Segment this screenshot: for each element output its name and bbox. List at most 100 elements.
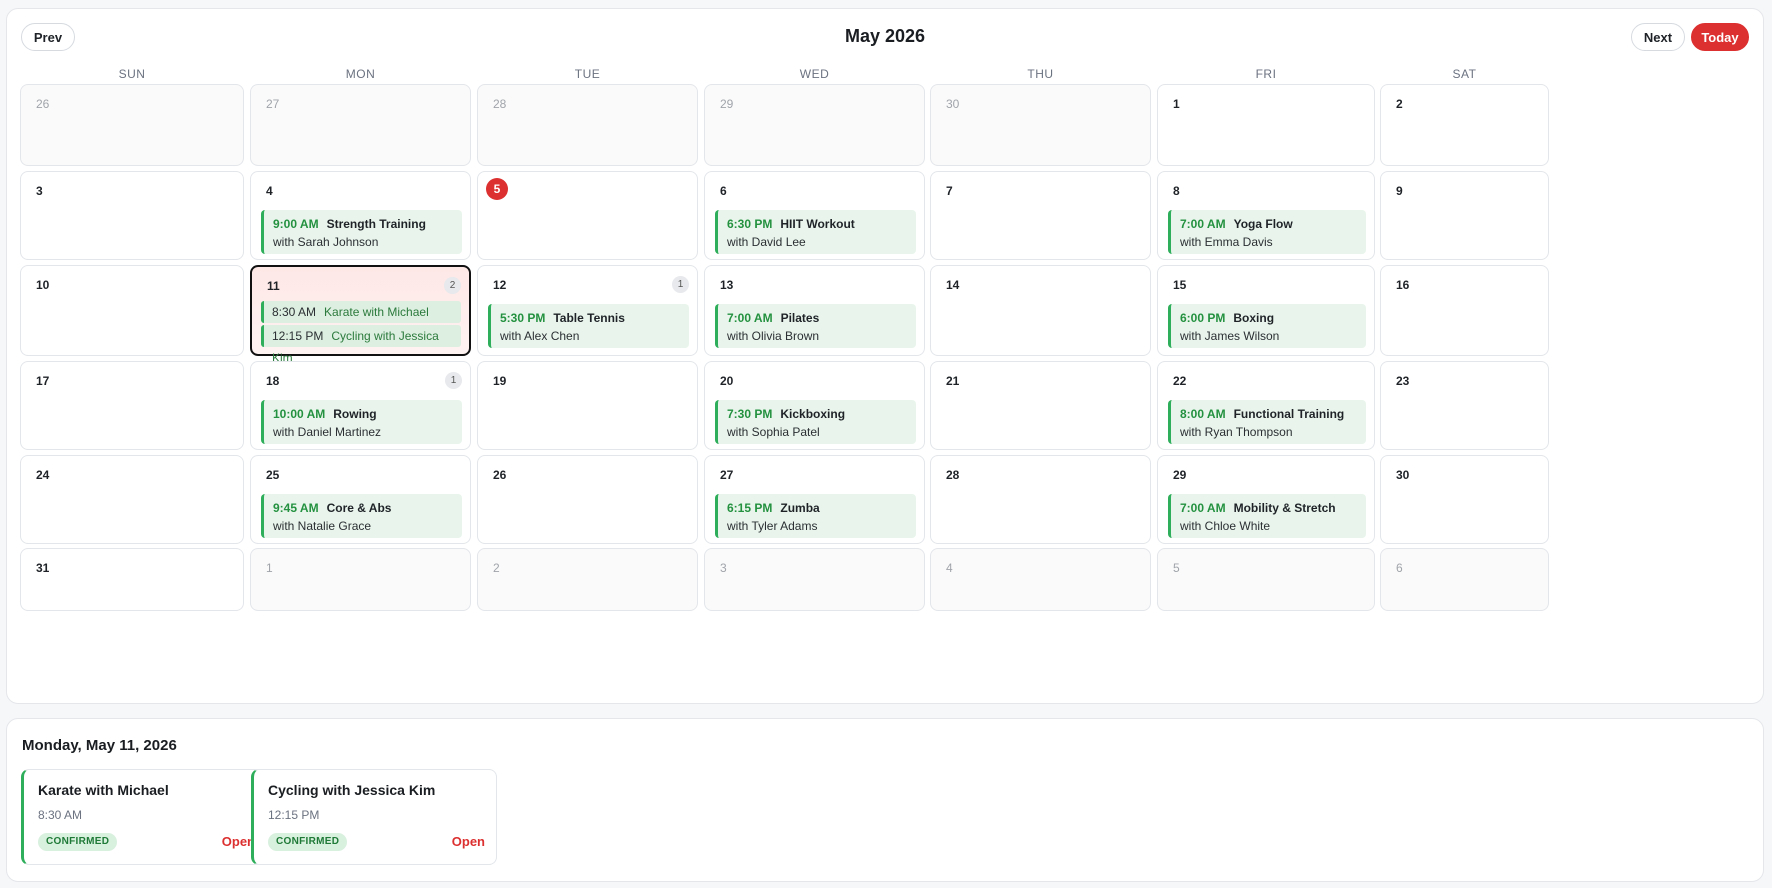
event-header: 8:00 AM Functional Training [1180, 405, 1366, 423]
day-cell[interactable]: 15 6:00 PM Boxing with James Wilson [1157, 265, 1375, 356]
event-card[interactable]: 7:30 PM Kickboxing with Sophia Patel [715, 400, 916, 444]
day-number: 14 [946, 278, 960, 292]
event-instructor: with Emma Davis [1180, 235, 1273, 249]
mini-event[interactable]: 8:30 AM Karate with Michael [261, 301, 461, 323]
event-card[interactable]: 6:15 PM Zumba with Tyler Adams [715, 494, 916, 538]
day-cell[interactable]: 20 7:30 PM Kickboxing with Sophia Patel [704, 361, 925, 450]
day-cell[interactable]: 26 [20, 84, 244, 166]
weekday-label-mon: MON [345, 67, 376, 81]
day-cell[interactable]: 30 [1380, 455, 1549, 544]
day-cell[interactable]: 29 [704, 84, 925, 166]
event-title: Boxing [1233, 311, 1275, 325]
event-time: 7:00 AM [1180, 217, 1226, 231]
day-cell[interactable]: 10 [20, 265, 244, 356]
event-card[interactable]: 5:30 PM Table Tennis with Alex Chen [488, 304, 689, 348]
day-cell[interactable]: 7 [930, 171, 1151, 260]
day-cell[interactable]: 28 [477, 84, 698, 166]
day-cell[interactable]: 25 9:45 AM Core & Abs with Natalie Grace [250, 455, 471, 544]
event-card[interactable]: 6:30 PM HIIT Workout with David Lee [715, 210, 916, 254]
day-cell[interactable]: 5 [477, 171, 698, 260]
day-cell[interactable]: 11 2 8:30 AM Karate with Michael 12:15 PM Cyc… [250, 265, 471, 365]
open-link[interactable]: Open [222, 834, 255, 849]
event-instructor: with James Wilson [1180, 329, 1280, 343]
event-time: 6:30 PM [727, 217, 773, 231]
day-cell[interactable]: 29 7:00 AM Mobility & Stretch with Chloe Wh… [1157, 455, 1375, 544]
day-cell[interactable]: 3 [704, 548, 925, 611]
day-number: 9 [1396, 184, 1403, 198]
day-cell[interactable]: 2 [1380, 84, 1549, 166]
event-count-badge: 1 [672, 276, 689, 293]
day-cell[interactable]: 22 8:00 AM Functional Training with Ryan Th… [1157, 361, 1375, 450]
day-cell[interactable]: 6 6:30 PM HIIT Workout with David Lee [704, 171, 925, 260]
day-number: 29 [720, 97, 734, 111]
day-cell[interactable]: 1 [1157, 84, 1375, 166]
day-cell[interactable]: 2 [477, 548, 698, 611]
day-cell[interactable]: 6 [1380, 548, 1549, 611]
event-card[interactable]: 9:45 AM Core & Abs with Natalie Grace [261, 494, 462, 538]
event-time: 5:30 PM [500, 311, 546, 325]
day-cell[interactable]: 4 9:00 AM Strength Training with Sarah John… [250, 171, 471, 260]
day-cell[interactable]: 31 [20, 548, 244, 611]
event-instructor: with Sophia Patel [727, 425, 820, 439]
event-instructor: with Alex Chen [500, 329, 580, 343]
event-title: Yoga Flow [1233, 217, 1293, 231]
event-header: 7:30 PM Kickboxing [727, 405, 916, 423]
event-card[interactable]: 6:00 PM Boxing with James Wilson [1168, 304, 1366, 348]
day-cell[interactable]: 26 [477, 455, 698, 544]
day-cell[interactable]: 23 [1380, 361, 1549, 450]
session-title: Cycling with Jessica Kim [268, 782, 436, 798]
day-number: 21 [946, 374, 960, 388]
day-cell[interactable]: 21 [930, 361, 1151, 450]
day-number: 3 [36, 184, 43, 198]
day-number: 24 [36, 468, 50, 482]
event-card[interactable]: 9:00 AM Strength Training with Sarah Johns… [261, 210, 462, 254]
event-time: 7:00 AM [1180, 501, 1226, 515]
day-number: 30 [1396, 468, 1410, 482]
day-cell[interactable]: 16 [1380, 265, 1549, 356]
day-cell[interactable]: 12 1 5:30 PM Table Tennis with Alex Chen [477, 265, 698, 356]
session-title: Karate with Michael [38, 782, 169, 798]
day-cell[interactable]: 17 [20, 361, 244, 450]
session-card[interactable]: Karate with Michael 8:30 AM CONFIRMED Open [21, 769, 267, 865]
event-card[interactable]: 7:00 AM Pilates with Olivia Brown [715, 304, 916, 348]
day-cell[interactable]: 19 [477, 361, 698, 450]
mini-event[interactable]: 12:15 PM Cycling with Jessica Kim [261, 325, 461, 365]
event-instructor: with Sarah Johnson [273, 235, 379, 249]
session-time: 12:15 PM [268, 808, 320, 822]
day-cell[interactable]: 3 [20, 171, 244, 260]
day-cell[interactable]: 27 6:15 PM Zumba with Tyler Adams [704, 455, 925, 544]
day-cell[interactable]: 27 [250, 84, 471, 166]
day-cell[interactable]: 28 [930, 455, 1151, 544]
day-cell[interactable]: 13 7:00 AM Pilates with Olivia Brown [704, 265, 925, 356]
day-number: 28 [946, 468, 960, 482]
event-header: 10:00 AM Rowing [273, 405, 462, 423]
day-cell[interactable]: 5 [1157, 548, 1375, 611]
event-header: 7:00 AM Mobility & Stretch [1180, 499, 1366, 517]
day-number: 1 [266, 561, 273, 575]
day-cell[interactable]: 9 [1380, 171, 1549, 260]
day-cell[interactable]: 8 7:00 AM Yoga Flow with Emma Davis [1157, 171, 1375, 260]
today-button[interactable]: Today [1691, 23, 1749, 51]
day-cell[interactable]: 30 [930, 84, 1151, 166]
event-card[interactable]: 8:00 AM Functional Training with Ryan Thom… [1168, 400, 1366, 444]
event-card[interactable]: 7:00 AM Mobility & Stretch with Chloe Whit… [1168, 494, 1366, 538]
open-link[interactable]: Open [452, 834, 485, 849]
day-cell[interactable]: 4 [930, 548, 1151, 611]
event-instructor: with Olivia Brown [727, 329, 820, 343]
day-cell[interactable]: 14 [930, 265, 1151, 356]
day-number: 18 [266, 374, 280, 388]
event-title: Strength Training [326, 217, 426, 231]
event-title: Functional Training [1233, 407, 1345, 421]
day-number: 2 [493, 561, 500, 575]
day-number: 4 [946, 561, 953, 575]
event-card[interactable]: 7:00 AM Yoga Flow with Emma Davis [1168, 210, 1366, 254]
day-cell[interactable]: 24 [20, 455, 244, 544]
day-cell[interactable]: 1 [250, 548, 471, 611]
weekday-label-fri: FRI [1255, 67, 1277, 81]
event-count-badge: 2 [444, 277, 461, 294]
next-button[interactable]: Next [1631, 23, 1685, 51]
event-card[interactable]: 10:00 AM Rowing with Daniel Martinez [261, 400, 462, 444]
session-card[interactable]: Cycling with Jessica Kim 12:15 PM CONFIRME… [251, 769, 497, 865]
day-number: 19 [493, 374, 507, 388]
day-cell[interactable]: 18 1 10:00 AM Rowing with Daniel Martinez [250, 361, 471, 450]
